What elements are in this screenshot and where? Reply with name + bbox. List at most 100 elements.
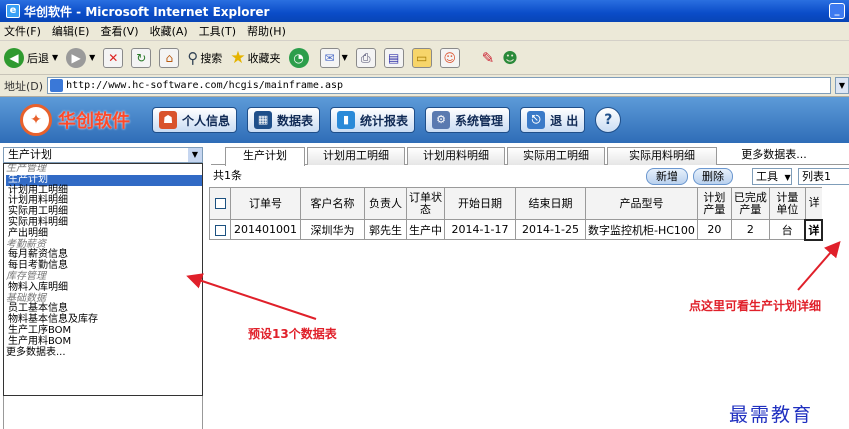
personal-info-label: 个人信息 — [182, 113, 231, 128]
chart-icon: ▮ — [337, 111, 356, 129]
col-header[interactable]: 客户名称 — [300, 187, 365, 220]
tab-more[interactable]: 更多数据表... — [719, 147, 829, 165]
address-url: http://www.hc-software.com/hcgis/mainfra… — [66, 80, 344, 91]
tools-select[interactable]: 工具 ▼ — [752, 168, 792, 185]
table-row: 201401001 深圳华为 郭先生 生产中 2014-1-17 2014-1-… — [209, 218, 824, 241]
logo-text: 华创软件 — [58, 111, 130, 132]
ie-icon: e — [6, 4, 20, 18]
ie-window: e 华创软件 - Microsoft Internet Explorer _ 文… — [0, 0, 849, 429]
list-item[interactable]: 生产计划 — [6, 174, 202, 186]
select-all-cell — [209, 187, 231, 220]
col-header[interactable]: 结束日期 — [515, 187, 586, 220]
browser-toolbar: ◀ 后退 ▼ ▶ ▼ ✕ ↻ ⌂ ⚲ 搜索 ★ 收藏夹 ◔ ✉ ▼ ⎙ ▤ ▭ ☺… — [0, 41, 849, 75]
menu-view[interactable]: 查看(V) — [100, 23, 138, 39]
search-label: 搜索 — [200, 51, 223, 65]
menu-file[interactable]: 文件(F) — [4, 23, 41, 39]
table-select[interactable]: 生产计划 ▼ — [3, 147, 203, 163]
search-button[interactable]: ⚲ 搜索 — [187, 49, 222, 67]
messenger-button[interactable]: ☺ — [439, 47, 460, 68]
logout-button[interactable]: ⎋ 退 出 — [520, 107, 586, 133]
row-checkbox[interactable] — [214, 224, 226, 236]
table-select-value: 生产计划 — [8, 148, 52, 161]
messenger-icon: ☺ — [439, 47, 460, 68]
forward-button[interactable]: ▶ ▼ — [66, 47, 95, 68]
left-pane-border — [3, 396, 203, 429]
edit-button[interactable]: ▤ — [383, 47, 404, 68]
print-button[interactable]: ⎙ — [355, 47, 376, 68]
forward-arrow-icon: ▶ — [66, 47, 87, 68]
bluetooth-button[interactable]: ✎ — [482, 49, 495, 67]
list-item[interactable]: 产出明细 — [6, 228, 202, 240]
cell-start-date: 2014-1-17 — [444, 219, 516, 240]
col-header[interactable]: 详 — [804, 187, 823, 220]
tab-actual-material[interactable]: 实际用料明细 — [607, 147, 717, 165]
detail-link[interactable]: 详 — [804, 218, 824, 241]
exit-icon: ⎋ — [527, 111, 546, 129]
delete-button[interactable]: 删除 — [693, 168, 733, 185]
help-button[interactable]: ? — [595, 107, 622, 133]
menu-edit[interactable]: 编辑(E) — [52, 23, 90, 39]
col-header[interactable]: 计划产量 — [696, 187, 732, 220]
data-table-label: 数据表 — [277, 113, 314, 128]
select-all-checkbox[interactable] — [214, 198, 226, 209]
col-header[interactable]: 计量单位 — [768, 187, 806, 220]
menu-tools[interactable]: 工具(T) — [199, 23, 236, 39]
mail-button[interactable]: ✉ ▼ — [319, 47, 348, 68]
col-header[interactable]: 订单号 — [230, 187, 301, 220]
cell-end-date: 2014-1-25 — [515, 219, 586, 240]
tab-planned-labor[interactable]: 计划用工明细 — [307, 147, 405, 165]
col-header[interactable]: 负责人 — [364, 187, 407, 220]
chevron-down-icon: ▼ — [188, 148, 202, 162]
list-item-more[interactable]: 更多数据表... — [6, 347, 202, 359]
people-button[interactable]: ☻ — [502, 49, 518, 67]
print-icon: ⎙ — [355, 47, 376, 68]
add-button[interactable]: 新增 — [646, 168, 688, 185]
row-select-cell — [209, 219, 231, 240]
app-logo: ✦ 华创软件 — [20, 104, 130, 136]
stop-icon: ✕ — [103, 47, 124, 68]
system-admin-label: 系统管理 — [455, 113, 504, 128]
col-header[interactable]: 开始日期 — [444, 187, 516, 220]
col-header[interactable]: 产品型号 — [585, 187, 698, 220]
menu-favorites[interactable]: 收藏(A) — [150, 23, 188, 39]
address-dropdown-icon[interactable]: ▼ — [835, 77, 849, 94]
back-label: 后退 — [27, 51, 49, 65]
mail-icon: ✉ — [319, 47, 340, 68]
table-list: 生产管理 生产计划 计划用工明细 计划用料明细 实际用工明细 实际用料明细 产出… — [3, 163, 203, 396]
cell-owner: 郭先生 — [364, 219, 407, 240]
tab-actual-labor[interactable]: 实际用工明细 — [507, 147, 605, 165]
tab-planned-material[interactable]: 计划用料明细 — [407, 147, 505, 165]
favorites-button[interactable]: ★ 收藏夹 — [230, 48, 280, 68]
logout-label: 退 出 — [550, 113, 579, 128]
gear-icon: ⚙ — [432, 111, 451, 129]
page-icon — [50, 79, 64, 92]
view-select[interactable]: 列表1 — [798, 168, 849, 185]
menu-help[interactable]: 帮助(H) — [247, 23, 286, 39]
system-admin-button[interactable]: ⚙ 系统管理 — [425, 107, 511, 133]
list-item[interactable]: 生产用料BOM — [6, 336, 202, 348]
folder-button[interactable]: ▭ — [411, 47, 432, 68]
tab-production-plan[interactable]: 生产计划 — [225, 147, 305, 166]
chevron-down-icon: ▼ — [341, 53, 348, 62]
chevron-down-icon: ▼ — [52, 53, 59, 62]
stop-button[interactable]: ✕ — [103, 47, 124, 68]
stat-report-button[interactable]: ▮ 统计报表 — [330, 107, 416, 133]
list-item[interactable]: 物料入库明细 — [6, 282, 202, 294]
folder-icon: ▭ — [411, 47, 432, 68]
tools-label: 工具 — [756, 170, 778, 183]
back-button[interactable]: ◀ 后退 ▼ — [4, 47, 59, 68]
cell-order-no: 201401001 — [230, 219, 301, 240]
watermark-text: 最需教育 — [729, 404, 814, 426]
data-table-button[interactable]: ▦ 数据表 — [247, 107, 321, 133]
refresh-button[interactable]: ↻ — [131, 47, 152, 68]
col-header[interactable]: 订单状态 — [406, 187, 445, 220]
personal-info-button[interactable]: ☗ 个人信息 — [152, 107, 238, 133]
logo-icon: ✦ — [20, 104, 52, 136]
home-button[interactable]: ⌂ — [159, 47, 180, 68]
col-header[interactable]: 已完成产量 — [730, 187, 770, 220]
minimize-button[interactable]: _ — [829, 3, 845, 19]
table-icon: ▦ — [254, 111, 273, 129]
history-button[interactable]: ◔ — [288, 47, 312, 68]
address-input[interactable]: http://www.hc-software.com/hcgis/mainfra… — [47, 77, 831, 94]
annotation-left: 预设13个数据表 — [248, 327, 337, 341]
